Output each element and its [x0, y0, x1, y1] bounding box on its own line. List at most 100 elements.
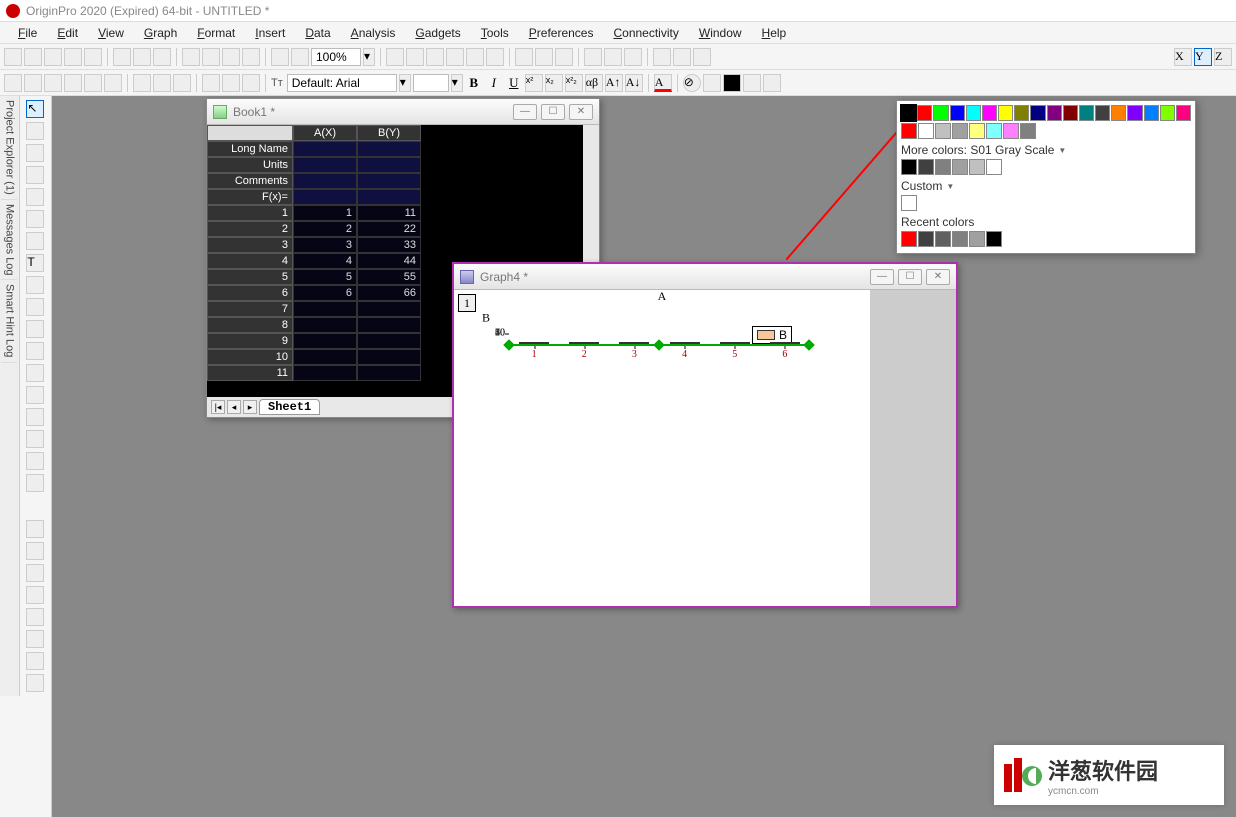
color-swatch[interactable] [969, 159, 985, 175]
color-swatch[interactable] [986, 123, 1002, 139]
color-swatch[interactable] [918, 123, 934, 139]
add-column-button[interactable] [515, 48, 533, 66]
row-number[interactable]: 1 [207, 205, 293, 221]
new-workbook-button[interactable] [44, 48, 62, 66]
book1-title-bar[interactable]: Book1 * — ☐ ✕ [207, 99, 599, 125]
x-axis-button[interactable]: X [1174, 48, 1192, 66]
data-cell[interactable] [357, 365, 421, 381]
color-swatch[interactable] [1020, 123, 1036, 139]
subscript-button[interactable]: x₂ [545, 74, 563, 92]
y-axis-button[interactable]: Y [1194, 48, 1212, 66]
color-swatch[interactable] [986, 231, 1002, 247]
cut-button[interactable] [202, 74, 220, 92]
color-swatch[interactable] [918, 159, 934, 175]
add-layer-icon[interactable] [26, 652, 44, 670]
script-window-button[interactable] [604, 48, 622, 66]
color-swatch[interactable] [935, 123, 951, 139]
sheet-nav-prev[interactable]: ◂ [227, 400, 241, 414]
menu-help[interactable]: Help [754, 24, 795, 42]
color-swatch[interactable] [1014, 105, 1029, 121]
color-swatch[interactable] [1127, 105, 1142, 121]
extract-icon[interactable] [26, 608, 44, 626]
print-button[interactable] [386, 48, 404, 66]
color-swatch[interactable] [952, 231, 968, 247]
data-cell[interactable]: 5 [293, 269, 357, 285]
meta-cell[interactable] [357, 189, 421, 205]
row-number[interactable]: 6 [207, 285, 293, 301]
save-button[interactable] [222, 48, 240, 66]
row-number[interactable]: 5 [207, 269, 293, 285]
color-swatch[interactable] [1003, 123, 1019, 139]
line-color-button[interactable] [703, 74, 721, 92]
open-button[interactable] [182, 48, 200, 66]
data-cell[interactable] [293, 333, 357, 349]
new-notes-button[interactable] [153, 48, 171, 66]
zoom-tool-icon[interactable] [26, 122, 44, 140]
plot-line-button[interactable] [4, 74, 22, 92]
data-cell[interactable] [357, 301, 421, 317]
font-name-input[interactable]: Default: Arial [287, 74, 397, 92]
row-number[interactable]: 7 [207, 301, 293, 317]
save-template-button[interactable] [242, 48, 260, 66]
data-cell[interactable] [293, 301, 357, 317]
data-cell[interactable] [357, 317, 421, 333]
row-number[interactable]: 10 [207, 349, 293, 365]
custom-swatch[interactable] [901, 195, 917, 211]
color-swatch[interactable] [998, 105, 1013, 121]
color-swatch[interactable] [986, 159, 1002, 175]
new-matrix-button[interactable] [84, 48, 102, 66]
menu-view[interactable]: View [90, 24, 132, 42]
meta-cell[interactable] [357, 173, 421, 189]
color-swatch[interactable] [1079, 105, 1094, 121]
recalc-button[interactable] [466, 48, 484, 66]
menu-analysis[interactable]: Analysis [343, 24, 404, 42]
row-label[interactable]: Comments [207, 173, 293, 189]
maximize-button[interactable]: ☐ [541, 104, 565, 120]
new-graph-button[interactable] [64, 48, 82, 66]
sheet-nav-next[interactable]: ▸ [243, 400, 257, 414]
data-cell[interactable]: 22 [357, 221, 421, 237]
corner-cell[interactable] [207, 125, 293, 141]
new-project-button[interactable] [4, 48, 22, 66]
more-icon[interactable] [26, 674, 44, 692]
data-cell[interactable]: 55 [357, 269, 421, 285]
maximize-button[interactable]: ☐ [898, 269, 922, 285]
rescale-button[interactable] [406, 48, 424, 66]
meta-cell[interactable] [357, 141, 421, 157]
menu-file[interactable]: File [10, 24, 45, 42]
batch-button[interactable] [291, 48, 309, 66]
close-button[interactable]: ✕ [569, 104, 593, 120]
color-swatch[interactable] [1144, 105, 1159, 121]
superscript-button[interactable]: x² [525, 74, 543, 92]
layer-indicator[interactable]: 1 [458, 294, 476, 312]
zoom-input[interactable]: 100% [311, 48, 361, 66]
meta-cell[interactable] [293, 141, 357, 157]
data-cell[interactable]: 66 [357, 285, 421, 301]
arrow-tool-icon[interactable] [26, 276, 44, 294]
font-size-input[interactable] [413, 74, 449, 92]
color-swatch[interactable] [952, 159, 968, 175]
meta-cell[interactable] [293, 173, 357, 189]
data-cell[interactable]: 44 [357, 253, 421, 269]
smart-hint-log-tab[interactable]: Smart Hint Log [1, 280, 17, 362]
color-swatch[interactable] [935, 159, 951, 175]
plot-3d-button[interactable] [133, 74, 151, 92]
color-swatch[interactable] [1047, 105, 1062, 121]
plot-image-button[interactable] [173, 74, 191, 92]
fill-color-button[interactable] [723, 74, 741, 92]
annotation-tool-icon[interactable] [26, 232, 44, 250]
messages-log-tab[interactable]: Messages Log [1, 200, 17, 281]
color-swatch[interactable] [952, 123, 968, 139]
color-swatch[interactable] [901, 123, 917, 139]
refresh-button[interactable] [446, 48, 464, 66]
data-cell[interactable]: 11 [357, 205, 421, 221]
data-cell[interactable] [293, 365, 357, 381]
no-symbol-icon[interactable]: ⊘ [683, 74, 701, 92]
x-axis-label[interactable]: A [658, 289, 667, 304]
row-number[interactable]: 9 [207, 333, 293, 349]
menu-insert[interactable]: Insert [247, 24, 293, 42]
y-axis-label[interactable]: B [482, 311, 490, 326]
font-size-dropdown[interactable]: ▾ [451, 74, 463, 92]
column-header[interactable]: A(X) [293, 125, 357, 141]
code-builder-button[interactable] [584, 48, 602, 66]
